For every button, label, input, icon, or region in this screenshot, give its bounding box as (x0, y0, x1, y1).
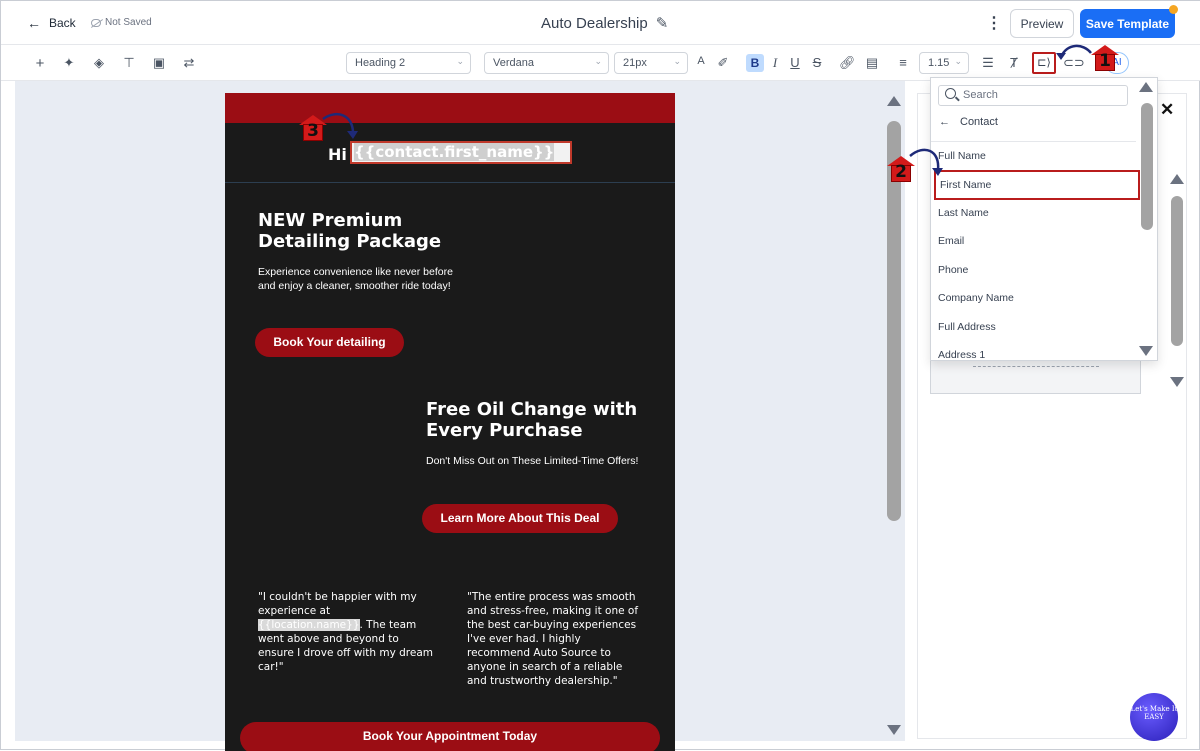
save-template-button[interactable]: Save Template (1080, 5, 1178, 38)
scroll-down-arrow[interactable] (1170, 377, 1184, 387)
chevron-down-icon: ⌄ (594, 56, 602, 66)
dropdown-item-last-name[interactable]: Last Name (938, 207, 989, 219)
contact-category-label: Contact (960, 116, 998, 128)
scroll-up-arrow[interactable] (1170, 174, 1184, 184)
book-appointment-button[interactable]: Book Your Appointment Today (240, 722, 660, 751)
search-icon (945, 88, 956, 99)
save-icon[interactable]: ▣ (151, 55, 167, 71)
arrow-left-icon: ← (939, 116, 950, 128)
font-size-select[interactable]: 21px ⌄ (614, 52, 688, 74)
greeting-block[interactable]: Hi {{contact.first_name}} (225, 123, 675, 183)
testimonial-1[interactable]: "I couldn't be happier with my experienc… (258, 590, 436, 674)
scroll-down-arrow[interactable] (1139, 346, 1153, 356)
bold-button[interactable]: B (746, 54, 764, 72)
search-placeholder: Search (963, 89, 998, 101)
add-icon[interactable]: + (32, 55, 48, 72)
clear-format-icon[interactable]: Ⱦ (1006, 55, 1022, 70)
canvas-scrollbar[interactable] (884, 93, 904, 738)
divider (931, 141, 1136, 142)
notification-dot (1169, 5, 1178, 14)
merge-field-search-input[interactable]: Search (938, 85, 1128, 106)
back-button[interactable]: ← Back (27, 15, 76, 31)
link-icon[interactable]: 🔗︎ (839, 55, 856, 71)
swap-icon[interactable]: ⇄ (181, 55, 197, 71)
line-height-select[interactable]: 1.15 ⌄ (919, 52, 969, 74)
highlighter-icon[interactable]: ✐ (715, 55, 731, 71)
testimonial-1-text: "I couldn't be happier with my experienc… (258, 591, 417, 617)
dropdown-item-first-name[interactable]: First Name (934, 170, 1140, 200)
step-1-number: 1 (1099, 51, 1111, 71)
save-status: Not Saved (91, 17, 152, 28)
greeting-text: Hi (328, 145, 347, 164)
merge-field-text: {{contact.first_name}} (354, 143, 555, 161)
dropdown-item-address-1[interactable]: Address 1 (938, 349, 985, 360)
template-title[interactable]: Auto Dealership ✎ (541, 14, 669, 33)
document-icon[interactable]: ▤ (864, 55, 880, 71)
dropdown-item-company-name[interactable]: Company Name (938, 292, 1014, 304)
close-icon[interactable]: ✕ (1160, 100, 1174, 120)
scroll-down-arrow[interactable] (887, 725, 901, 735)
brand-logo: Let's Make It EASY (1130, 693, 1178, 741)
block-style-value: Heading 2 (355, 57, 406, 69)
email-template[interactable]: Hi {{contact.first_name}} NEW Premium De… (225, 93, 675, 751)
font-family-value: Verdana (493, 57, 534, 69)
text-color-icon[interactable]: A (693, 55, 709, 67)
font-size-value: 21px (623, 57, 647, 69)
testimonial-2[interactable]: "The entire process was smooth and stres… (467, 590, 645, 688)
block-style-select[interactable]: Heading 2 ⌄ (346, 52, 471, 74)
cloud-off-icon (91, 18, 101, 27)
more-options-icon[interactable]: ⋮ (986, 13, 1002, 33)
paint-roller-icon[interactable]: ⊤ (121, 55, 137, 71)
line-height-value: 1.15 (928, 57, 950, 69)
app-window: ← Back Not Saved Auto Dealership ✎ ⋮ Pre… (0, 0, 1200, 751)
book-detailing-button[interactable]: Book Your detailing (255, 328, 404, 357)
contact-back-button[interactable]: ← Contact (939, 116, 998, 128)
promo1-body[interactable]: Experience convenience like never before… (258, 265, 468, 293)
dropdown-item-phone[interactable]: Phone (938, 264, 968, 276)
sparkle-icon[interactable]: ✦ (61, 55, 77, 71)
arrow-left-icon: ← (27, 15, 41, 31)
dropdown-item-full-address[interactable]: Full Address (938, 321, 996, 333)
promo2-body[interactable]: Don't Miss Out on These Limited-Time Off… (426, 454, 646, 468)
step-2-arrow-icon (909, 148, 943, 176)
learn-more-button[interactable]: Learn More About This Deal (422, 504, 618, 533)
logo-text: Let's Make It EASY (1130, 705, 1178, 721)
chevron-down-icon: ⌄ (954, 56, 962, 66)
strikethrough-button[interactable]: S (809, 55, 825, 70)
template-title-text: Auto Dealership (541, 14, 648, 32)
step-3-arrow-icon (322, 113, 358, 139)
scroll-up-arrow[interactable] (1139, 82, 1153, 92)
italic-button[interactable]: I (767, 55, 783, 71)
promo2-heading[interactable]: Free Oil Change with Every Purchase (426, 399, 656, 441)
scroll-thumb[interactable] (1171, 196, 1183, 346)
preview-button[interactable]: Preview (1010, 9, 1074, 38)
save-status-label: Not Saved (105, 17, 152, 28)
formatting-toolbar: + ✦ ◈ ⊤ ▣ ⇄ Heading 2 ⌄ Verdana ⌄ 21px ⌄… (1, 45, 1200, 81)
top-bar: ← Back Not Saved Auto Dealership ✎ ⋮ Pre… (1, 1, 1200, 45)
layers-icon[interactable]: ◈ (91, 55, 107, 71)
dropdown-item-email[interactable]: Email (938, 235, 964, 247)
align-center-icon[interactable]: ≡ (895, 55, 911, 70)
bullet-list-icon[interactable]: ☰ (980, 55, 996, 71)
chevron-down-icon: ⌄ (456, 56, 464, 66)
promo1-heading[interactable]: NEW Premium Detailing Package (258, 210, 478, 252)
location-name-merge-field: {{location.name}} (258, 619, 360, 631)
scroll-thumb[interactable] (1141, 103, 1153, 230)
email-header-bar (225, 93, 675, 123)
scroll-up-arrow[interactable] (887, 96, 901, 106)
step-1-arrow-icon (1056, 44, 1092, 60)
pencil-icon[interactable]: ✎ (656, 14, 669, 32)
underline-button[interactable]: U (787, 55, 803, 70)
font-family-select[interactable]: Verdana ⌄ (484, 52, 609, 74)
merge-field-dropdown: Search ← Contact Full Name First Name La… (930, 77, 1158, 361)
chevron-down-icon: ⌄ (673, 56, 681, 66)
panel-scrollbar[interactable] (1168, 174, 1186, 394)
save-template-label: Save Template (1085, 16, 1170, 31)
back-label: Back (49, 16, 76, 30)
first-name-merge-field[interactable]: {{contact.first_name}} (350, 141, 572, 164)
